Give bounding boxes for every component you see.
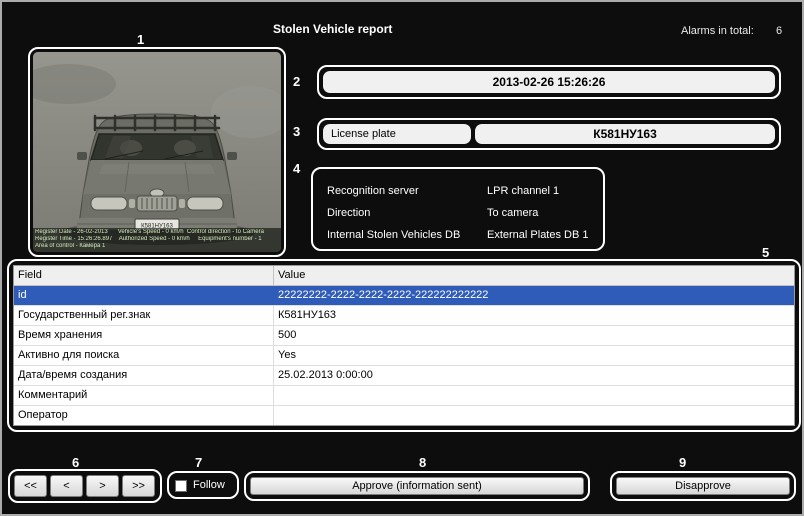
annotation-label-9: 9 — [679, 455, 686, 470]
table-row-active-search[interactable]: Активно для поиска Yes — [14, 346, 794, 366]
nav-prev-button[interactable]: < — [50, 475, 83, 497]
page-title: Stolen Vehicle report — [273, 22, 392, 36]
cell-field: Время хранения — [14, 326, 274, 345]
info-label: Recognition server — [327, 185, 487, 197]
stolen-vehicle-report-window: Stolen Vehicle report Alarms in total: 6… — [0, 0, 804, 516]
checkbox-icon — [175, 480, 187, 492]
table-row-regznak[interactable]: Государственный рег.знак К581НУ163 — [14, 306, 794, 326]
info-value: External Plates DB 1 — [487, 229, 589, 241]
table-row-created[interactable]: Дата/время создания 25.02.2013 0:00:00 — [14, 366, 794, 386]
license-plate-label: License plate — [323, 124, 471, 144]
photo-overlay-line1: Register Date - 26-02-2013 Vehicle's Spe… — [35, 229, 279, 236]
cell-value: Yes — [274, 346, 794, 365]
cell-field: id — [14, 286, 274, 305]
license-plate-value: К581НУ163 — [475, 124, 775, 144]
nav-last-button[interactable]: >> — [122, 475, 155, 497]
info-row-recognition-server: Recognition server LPR channel 1 — [327, 180, 589, 202]
cell-field: Активно для поиска — [14, 346, 274, 365]
cell-value — [274, 406, 794, 425]
annotation-label-3: 3 — [293, 124, 300, 139]
approve-callout: Approve (information sent) — [244, 471, 590, 501]
event-datetime-field: 2013-02-26 15:26:26 — [323, 71, 775, 93]
annotation-label-2: 2 — [293, 74, 300, 89]
photo-overlay-line3: Area of control - Камера 1 — [35, 243, 279, 250]
approve-button[interactable]: Approve (information sent) — [250, 477, 584, 495]
vehicle-photo-callout: К581НУ163 Register Date - 26-02-2013 Veh… — [28, 47, 286, 257]
event-datetime-callout: 2013-02-26 15:26:26 — [317, 65, 781, 99]
cell-value: 25.02.2013 0:00:00 — [274, 366, 794, 385]
annotation-label-6: 6 — [72, 455, 79, 470]
annotation-label-7: 7 — [195, 455, 202, 470]
info-row-direction: Direction To camera — [327, 202, 589, 224]
record-fields-table: Field Value id 22222222-2222-2222-2222-2… — [13, 265, 795, 426]
cell-field: Государственный рег.знак — [14, 306, 274, 325]
info-label: Direction — [327, 207, 487, 219]
vehicle-photo-illustration: К581НУ163 — [33, 52, 281, 252]
record-table-callout: Field Value id 22222222-2222-2222-2222-2… — [7, 259, 801, 432]
info-value: To camera — [487, 207, 538, 219]
table-row-comment[interactable]: Комментарий — [14, 386, 794, 406]
cell-field: Оператор — [14, 406, 274, 425]
follow-checkbox[interactable]: Follow — [169, 473, 237, 497]
table-row-operator[interactable]: Оператор — [14, 406, 794, 426]
column-header-value: Value — [274, 266, 794, 285]
info-label: Internal Stolen Vehicles DB — [327, 229, 487, 241]
nav-buttons-callout: << < > >> — [8, 469, 162, 503]
table-row-storage-time[interactable]: Время хранения 500 — [14, 326, 794, 346]
cell-field: Комментарий — [14, 386, 274, 405]
license-plate-callout: License plate К581НУ163 — [317, 118, 781, 150]
info-row-stolen-db: Internal Stolen Vehicles DB External Pla… — [327, 224, 589, 246]
photo-overlay-line2: Register Time - 15:26:26.897 Authorized … — [35, 236, 279, 243]
annotation-label-5: 5 — [762, 245, 769, 260]
disapprove-button[interactable]: Disapprove — [616, 477, 790, 495]
table-row-id[interactable]: id 22222222-2222-2222-2222-222222222222 — [14, 286, 794, 306]
vehicle-photo: К581НУ163 Register Date - 26-02-2013 Veh… — [33, 52, 281, 252]
cell-value: К581НУ163 — [274, 306, 794, 325]
recognition-info-callout: Recognition server LPR channel 1 Directi… — [311, 167, 605, 251]
cell-field: Дата/время создания — [14, 366, 274, 385]
column-header-field: Field — [14, 266, 274, 285]
alarms-total-count: 6 — [776, 25, 782, 37]
follow-callout: Follow — [167, 471, 239, 499]
info-value: LPR channel 1 — [487, 185, 559, 197]
alarms-total-label: Alarms in total: — [681, 25, 754, 37]
table-header-row: Field Value — [14, 266, 794, 286]
disapprove-callout: Disapprove — [610, 471, 796, 501]
photo-titles-overlay: Register Date - 26-02-2013 Vehicle's Spe… — [33, 228, 281, 252]
annotation-label-1: 1 — [137, 32, 144, 47]
nav-next-button[interactable]: > — [86, 475, 119, 497]
follow-label: Follow — [193, 479, 225, 491]
cell-value — [274, 386, 794, 405]
annotation-label-8: 8 — [419, 455, 426, 470]
cell-value: 22222222-2222-2222-2222-222222222222 — [274, 286, 794, 305]
nav-first-button[interactable]: << — [14, 475, 47, 497]
annotation-label-4: 4 — [293, 161, 300, 176]
recognition-info-panel: Recognition server LPR channel 1 Directi… — [315, 171, 601, 247]
cell-value: 500 — [274, 326, 794, 345]
